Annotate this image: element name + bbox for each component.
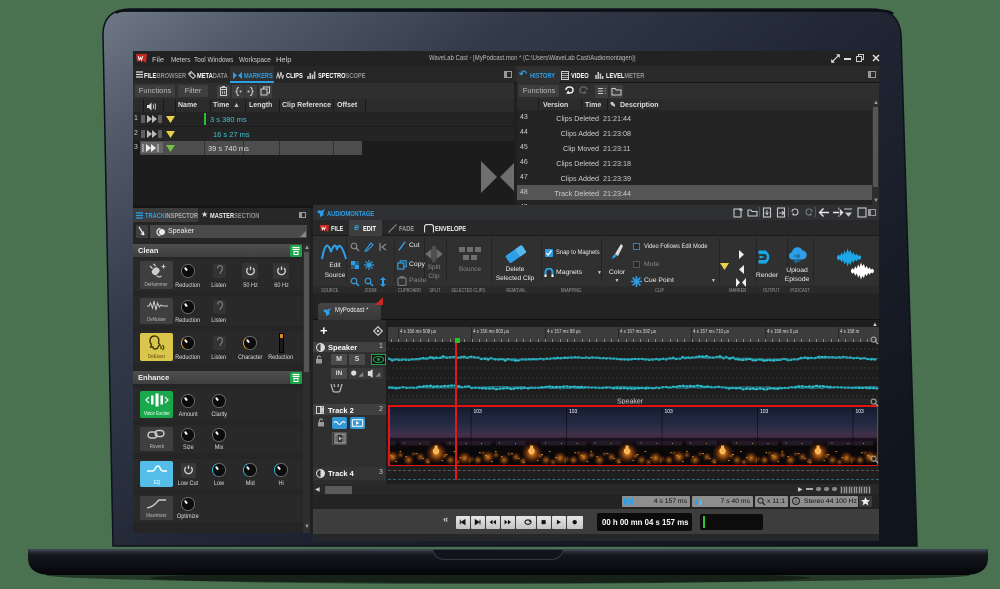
svg-text:103: 103 — [474, 409, 483, 415]
svg-text:103: 103 — [760, 409, 769, 415]
svg-text:Speaker: Speaker — [617, 399, 644, 405]
svg-text:103: 103 — [856, 409, 865, 415]
svg-text:103: 103 — [569, 409, 578, 415]
svg-text:103: 103 — [665, 409, 674, 415]
